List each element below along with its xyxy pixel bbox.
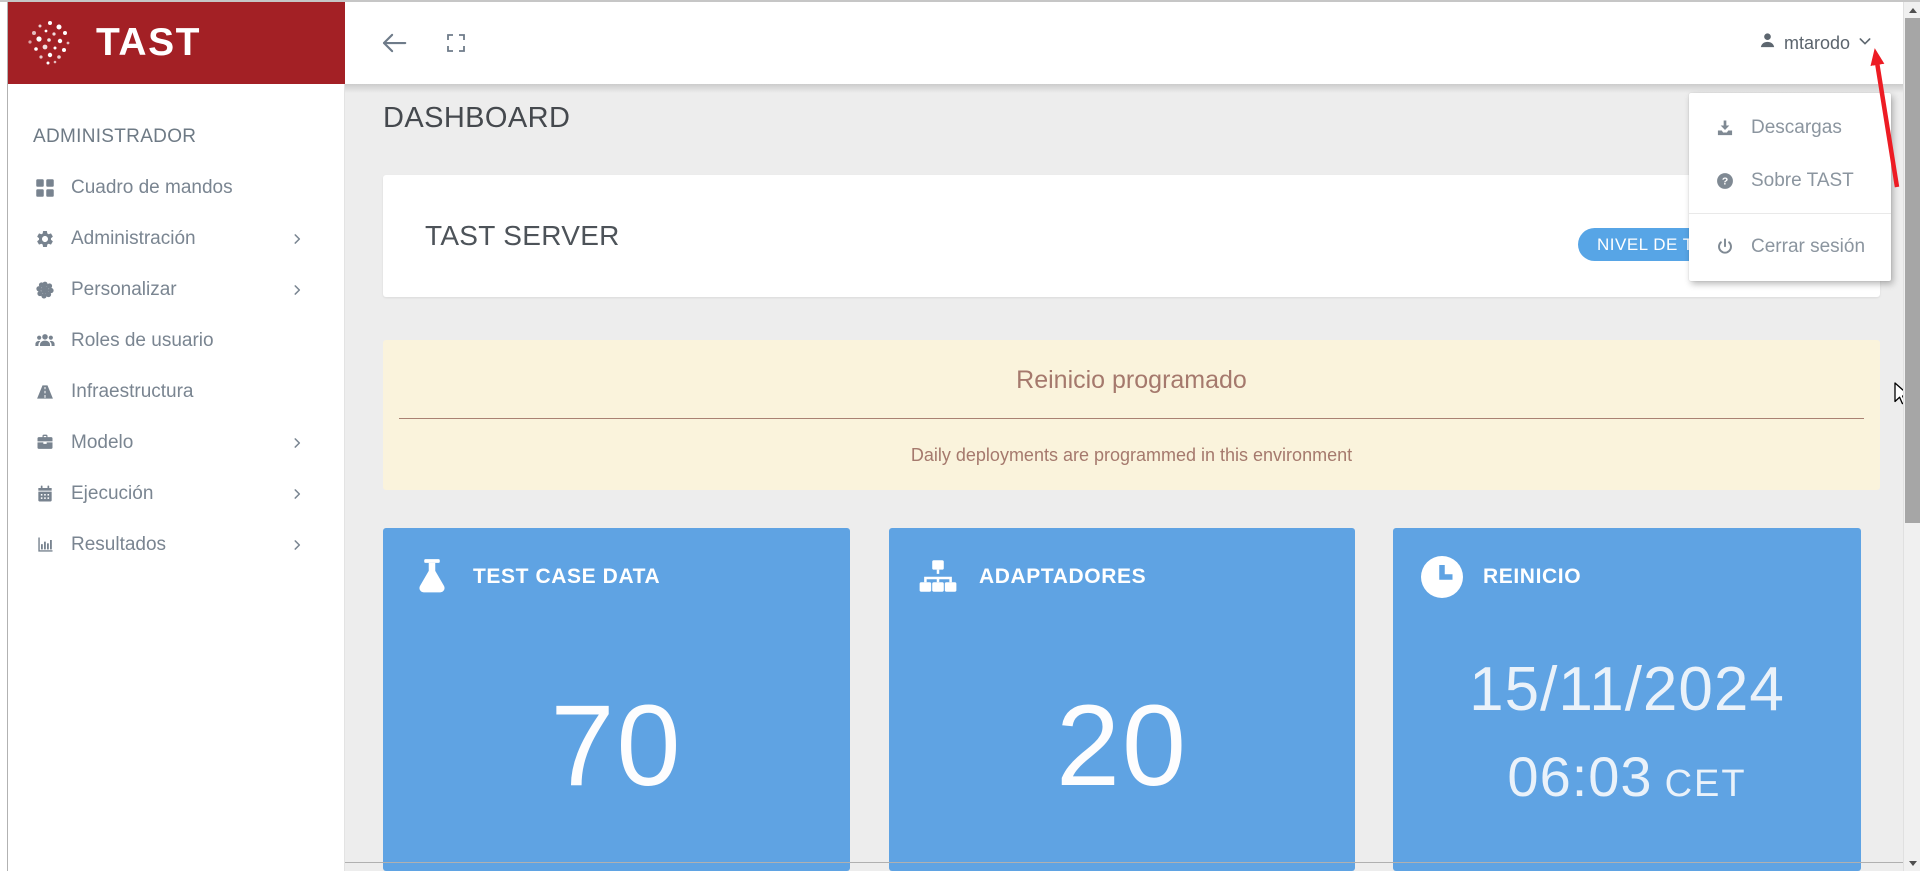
sidebar: TAST ADMINISTRADOR Cuadro de mandos Admi… [8, 2, 345, 871]
restart-time: 06:03 [1507, 745, 1652, 808]
chevron-right-icon [290, 232, 304, 246]
stat-card-title: TEST CASE DATA [473, 565, 660, 589]
stat-card-title: ADAPTADORES [979, 565, 1146, 589]
sidebar-nav: Cuadro de mandos Administración Personal… [8, 162, 344, 570]
restart-time-row: 06:03 CET [1393, 744, 1861, 809]
road-icon [33, 380, 57, 404]
briefcase-icon [33, 431, 57, 455]
sidebar-item-administracion[interactable]: Administración [8, 213, 344, 264]
stat-card-reinicio[interactable]: REINICIO 15/11/2024 06:03 CET [1393, 528, 1861, 871]
restart-timezone: CET [1665, 763, 1747, 805]
grid-icon [33, 176, 57, 200]
window-top-border [0, 0, 1920, 2]
sidebar-item-label: Ejecución [71, 483, 153, 505]
sitemap-icon [915, 554, 961, 600]
user-menu-button[interactable]: mtarodo [1758, 2, 1873, 84]
user-icon [1758, 31, 1777, 55]
stat-card-value: 70 [383, 680, 850, 812]
brand-name: TAST [96, 21, 201, 65]
scrollbar-thumb[interactable] [1905, 18, 1920, 523]
gear-icon [33, 227, 57, 251]
chevron-right-icon [290, 436, 304, 450]
stat-card-test-case-data[interactable]: TEST CASE DATA 70 [383, 528, 850, 871]
vertical-scrollbar[interactable] [1903, 2, 1920, 871]
sidebar-item-label: Administración [71, 228, 196, 250]
menu-item-label: Descargas [1751, 117, 1842, 139]
chevron-down-icon [1857, 33, 1873, 54]
sidebar-item-personalizar[interactable]: Personalizar [8, 264, 344, 315]
chevron-right-icon [290, 283, 304, 297]
sidebar-item-modelo[interactable]: Modelo [8, 417, 344, 468]
alert-title: Reinicio programado [383, 340, 1880, 395]
window-left-border [7, 2, 8, 871]
tast-logo-icon [24, 17, 76, 69]
server-card: TAST SERVER NIVEL DE TR [383, 175, 1880, 297]
stat-card-value: 20 [889, 680, 1355, 812]
question-circle-icon: ? [1715, 171, 1735, 191]
sidebar-section-label: ADMINISTRADOR [33, 126, 196, 148]
scroll-up-button[interactable] [1904, 2, 1920, 18]
flower-icon [33, 278, 57, 302]
stat-card-adaptadores[interactable]: ADAPTADORES 20 [889, 528, 1355, 871]
menu-item-label: Cerrar sesión [1751, 236, 1865, 258]
download-icon [1715, 118, 1735, 138]
topbar: mtarodo [345, 2, 1903, 84]
viewport-cut-line [345, 862, 1903, 863]
alert-message: Daily deployments are programmed in this… [383, 445, 1880, 466]
users-icon [33, 329, 57, 353]
menu-item-label: Sobre TAST [1751, 170, 1854, 192]
menu-item-cerrar-sesion[interactable]: Cerrar sesión [1689, 220, 1891, 273]
server-card-title: TAST SERVER [425, 220, 620, 252]
stat-cards-row: TEST CASE DATA 70 ADAPTADORES 20 REINICI… [345, 528, 1903, 871]
flask-icon [409, 554, 455, 600]
sidebar-item-label: Modelo [71, 432, 133, 454]
alert-divider [399, 418, 1864, 419]
scroll-down-button[interactable] [1904, 855, 1920, 871]
menu-item-sobre-tast[interactable]: ? Sobre TAST [1689, 154, 1891, 207]
chevron-right-icon [290, 538, 304, 552]
clock-icon [1419, 554, 1465, 600]
sidebar-item-label: Roles de usuario [71, 330, 214, 352]
brand-header[interactable]: TAST [8, 2, 345, 84]
power-icon [1715, 237, 1735, 257]
sidebar-item-label: Infraestructura [71, 381, 194, 403]
back-arrow-icon[interactable] [377, 26, 411, 60]
page-title: DASHBOARD [383, 102, 570, 135]
sidebar-item-label: Resultados [71, 534, 166, 556]
menu-divider [1689, 213, 1891, 214]
svg-text:?: ? [1722, 176, 1728, 187]
calendar-icon [33, 482, 57, 506]
restart-date: 15/11/2024 [1393, 654, 1861, 725]
main-content: DASHBOARD TAST SERVER NIVEL DE TR Reinic… [345, 84, 1903, 871]
sidebar-item-label: Cuadro de mandos [71, 177, 233, 199]
sidebar-item-label: Personalizar [71, 279, 177, 301]
chevron-right-icon [290, 487, 304, 501]
stat-card-title: REINICIO [1483, 565, 1581, 589]
username: mtarodo [1784, 33, 1850, 54]
sidebar-item-cuadro-de-mandos[interactable]: Cuadro de mandos [8, 162, 344, 213]
sidebar-item-ejecucion[interactable]: Ejecución [8, 468, 344, 519]
fullscreen-icon[interactable] [439, 26, 473, 60]
sidebar-item-roles-de-usuario[interactable]: Roles de usuario [8, 315, 344, 366]
sidebar-item-resultados[interactable]: Resultados [8, 519, 344, 570]
bar-chart-icon [33, 533, 57, 557]
sidebar-item-infraestructura[interactable]: Infraestructura [8, 366, 344, 417]
scheduled-restart-alert: Reinicio programado Daily deployments ar… [383, 340, 1880, 490]
user-dropdown-menu: Descargas ? Sobre TAST Cerrar sesión [1689, 93, 1891, 281]
menu-item-descargas[interactable]: Descargas [1689, 101, 1891, 154]
